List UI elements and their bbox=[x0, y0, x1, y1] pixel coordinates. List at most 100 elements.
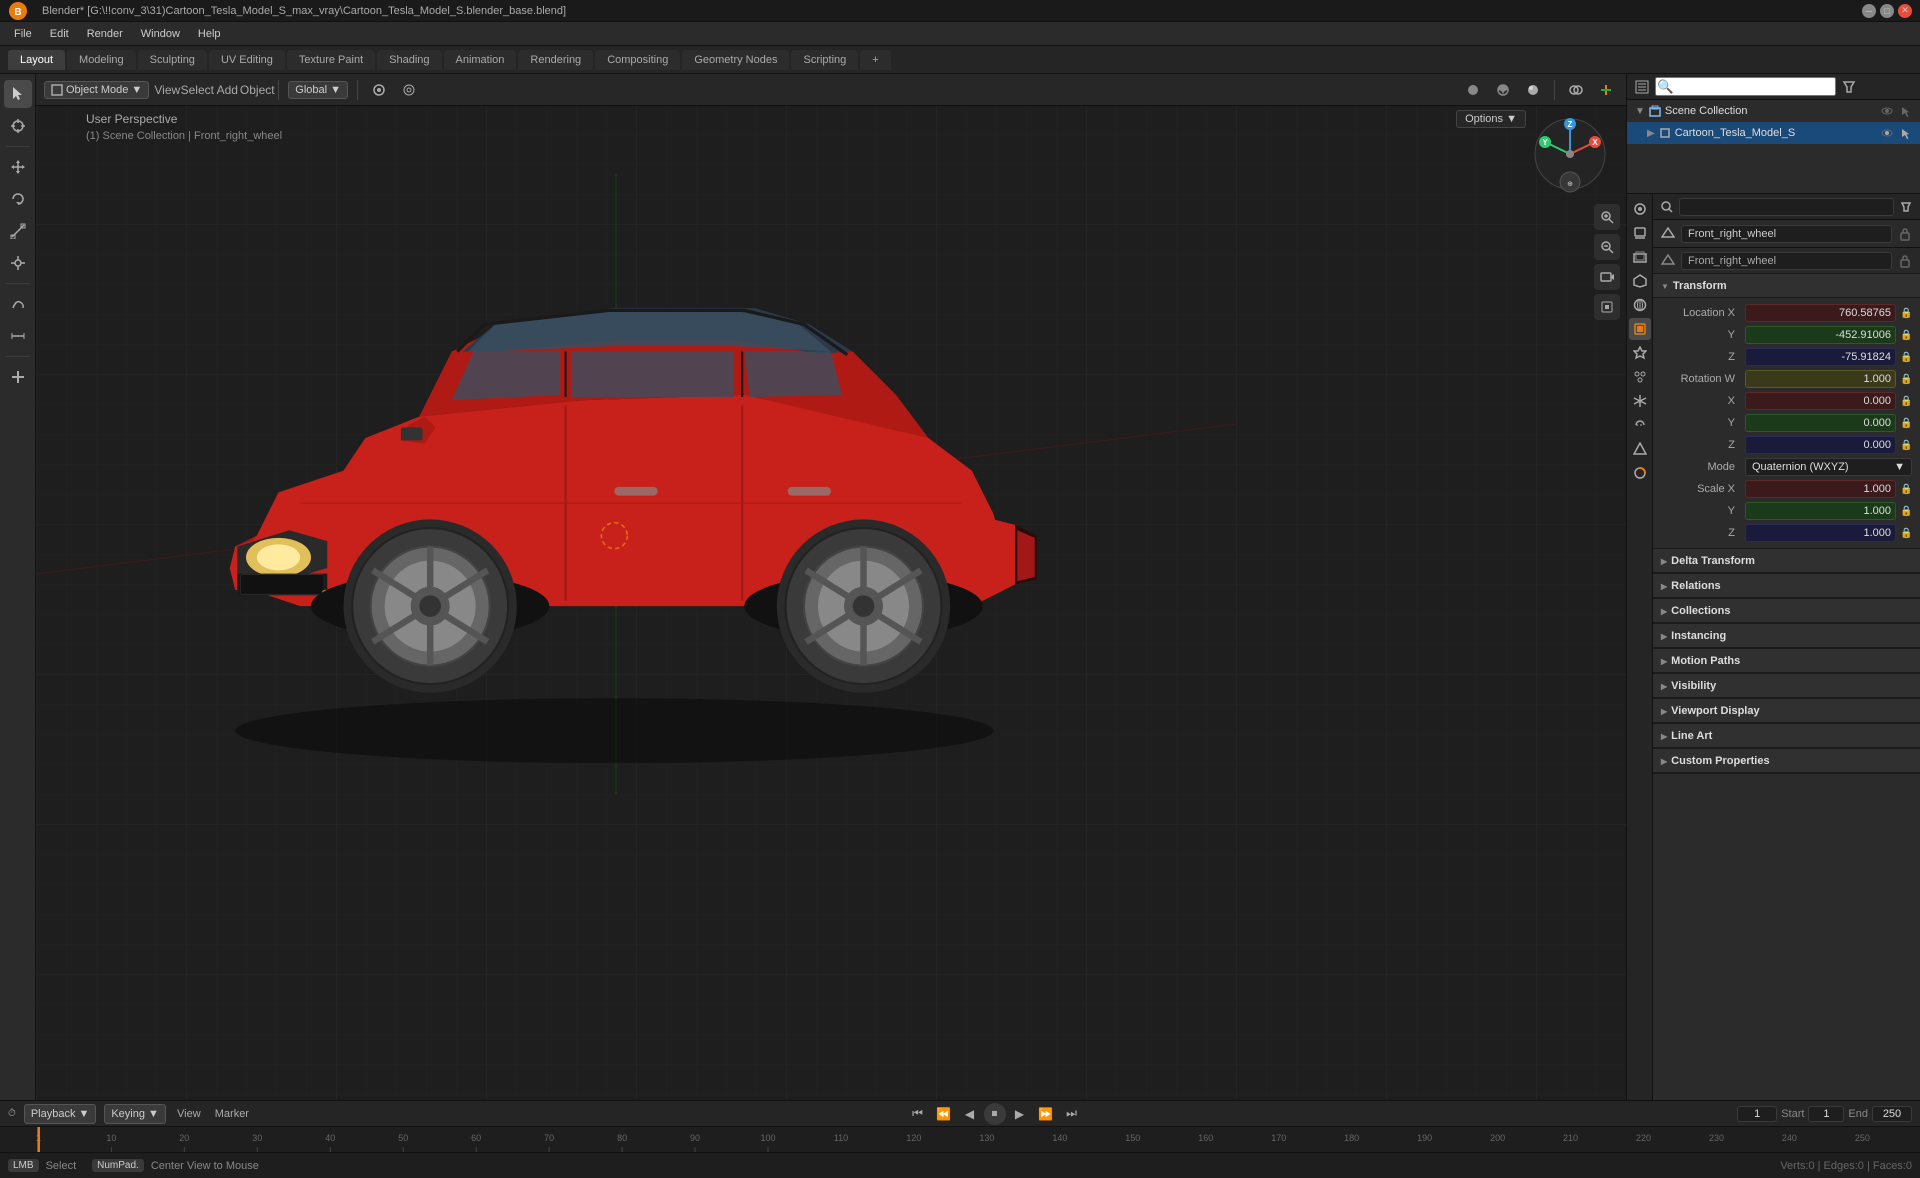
object-data-props-icon[interactable] bbox=[1629, 438, 1651, 460]
rotate-tool-button[interactable] bbox=[4, 185, 32, 213]
timeline-ruler[interactable]: 1 10 20 30 40 50 60 70 80 90 100 110 120… bbox=[0, 1127, 1920, 1152]
maximize-button[interactable]: □ bbox=[1880, 4, 1894, 18]
constraints-props-icon[interactable] bbox=[1629, 414, 1651, 436]
select-tool-button[interactable] bbox=[4, 80, 32, 108]
visibility-eye-icon[interactable] bbox=[1881, 105, 1893, 117]
rotation-z-value[interactable]: 0.000 bbox=[1745, 436, 1896, 454]
lock-loc-z-icon[interactable]: 🔒 bbox=[1900, 352, 1912, 363]
lock-loc-y-icon[interactable]: 🔒 bbox=[1900, 330, 1912, 341]
props-options-icon[interactable] bbox=[1900, 201, 1912, 213]
data-name-lock-icon[interactable] bbox=[1898, 254, 1912, 268]
move-tool-button[interactable] bbox=[4, 153, 32, 181]
start-frame-input[interactable] bbox=[1808, 1106, 1844, 1122]
gizmo-btn[interactable] bbox=[1594, 78, 1618, 102]
object-name-input[interactable] bbox=[1681, 225, 1892, 243]
timeline-marker-btn[interactable]: Marker bbox=[212, 1102, 252, 1126]
data-name-input[interactable] bbox=[1681, 252, 1892, 270]
step-forward-button[interactable]: ⏩ bbox=[1034, 1102, 1058, 1126]
custom-properties-header[interactable]: Custom Properties bbox=[1653, 749, 1920, 773]
viewport-add-menu[interactable]: Add bbox=[215, 78, 239, 102]
playback-dropdown[interactable]: Playback ▼ bbox=[24, 1104, 97, 1124]
timeline-view-btn[interactable]: View bbox=[174, 1102, 204, 1126]
world-props-icon[interactable] bbox=[1629, 294, 1651, 316]
lock-rot-z-icon[interactable]: 🔒 bbox=[1900, 440, 1912, 451]
menu-edit[interactable]: Edit bbox=[42, 26, 77, 42]
object-props-icon[interactable] bbox=[1629, 318, 1651, 340]
navigation-gizmo[interactable]: X Y Z ⊕ bbox=[1530, 114, 1610, 194]
material-props-icon[interactable] bbox=[1629, 462, 1651, 484]
viewport-global-dropdown[interactable]: Global ▼ bbox=[288, 81, 348, 99]
object-name-lock-icon[interactable] bbox=[1898, 227, 1912, 241]
render-props-icon[interactable] bbox=[1629, 198, 1651, 220]
lock-rot-y-icon[interactable]: 🔒 bbox=[1900, 418, 1912, 429]
item-select-icon[interactable] bbox=[1900, 127, 1912, 139]
viewport-shading-rendered-btn[interactable] bbox=[1521, 78, 1545, 102]
jump-end-button[interactable]: ⏭ bbox=[1060, 1102, 1084, 1126]
minimize-button[interactable]: ─ bbox=[1862, 4, 1876, 18]
location-x-value[interactable]: 760.58765 bbox=[1745, 304, 1896, 322]
keying-dropdown[interactable]: Keying ▼ bbox=[104, 1104, 166, 1124]
outliner-search-input[interactable] bbox=[1655, 77, 1836, 96]
tab-uv-editing[interactable]: UV Editing bbox=[209, 50, 285, 70]
measure-tool-button[interactable] bbox=[4, 322, 32, 350]
end-frame-input[interactable] bbox=[1872, 1106, 1912, 1122]
tab-shading[interactable]: Shading bbox=[377, 50, 441, 70]
instancing-header[interactable]: Instancing bbox=[1653, 624, 1920, 648]
motion-paths-header[interactable]: Motion Paths bbox=[1653, 649, 1920, 673]
menu-window[interactable]: Window bbox=[133, 26, 188, 42]
view-layer-props-icon[interactable] bbox=[1629, 246, 1651, 268]
zoom-out-button[interactable] bbox=[1594, 234, 1620, 260]
lock-rot-x-icon[interactable]: 🔒 bbox=[1900, 396, 1912, 407]
rotation-y-value[interactable]: 0.000 bbox=[1745, 414, 1896, 432]
view-selected-button[interactable] bbox=[1594, 294, 1620, 320]
menu-help[interactable]: Help bbox=[190, 26, 229, 42]
scale-y-value[interactable]: 1.000 bbox=[1745, 502, 1896, 520]
play-back-button[interactable]: ◀ bbox=[958, 1102, 982, 1126]
tab-rendering[interactable]: Rendering bbox=[518, 50, 593, 70]
menu-render[interactable]: Render bbox=[79, 26, 131, 42]
tab-geometry-nodes[interactable]: Geometry Nodes bbox=[682, 50, 789, 70]
scene-collection-item[interactable]: ▼ Scene Collection bbox=[1627, 100, 1920, 122]
scale-z-value[interactable]: 1.000 bbox=[1745, 524, 1896, 542]
object-mode-dropdown[interactable]: Object Mode ▼ bbox=[44, 81, 149, 99]
particles-props-icon[interactable] bbox=[1629, 366, 1651, 388]
tab-animation[interactable]: Animation bbox=[444, 50, 517, 70]
outliner-filter-icon[interactable] bbox=[1842, 80, 1856, 94]
rotation-w-value[interactable]: 1.000 bbox=[1745, 370, 1896, 388]
step-back-button[interactable]: ⏪ bbox=[932, 1102, 956, 1126]
zoom-in-button[interactable] bbox=[1594, 204, 1620, 230]
delta-transform-header[interactable]: Delta Transform bbox=[1653, 549, 1920, 573]
lock-rot-w-icon[interactable]: 🔒 bbox=[1900, 374, 1912, 385]
viewport-object-menu[interactable]: Object bbox=[245, 78, 269, 102]
lock-scale-y-icon[interactable]: 🔒 bbox=[1900, 506, 1912, 517]
tab-sculpting[interactable]: Sculpting bbox=[138, 50, 207, 70]
annotate-tool-button[interactable] bbox=[4, 290, 32, 318]
overlay-btn[interactable] bbox=[1564, 78, 1588, 102]
lock-loc-x-icon[interactable]: 🔒 bbox=[1900, 308, 1912, 319]
viewport-options-button[interactable]: Options ▼ bbox=[1456, 110, 1526, 128]
cursor-tool-button[interactable] bbox=[4, 112, 32, 140]
lock-scale-x-icon[interactable]: 🔒 bbox=[1900, 484, 1912, 495]
close-button[interactable]: ✕ bbox=[1898, 4, 1912, 18]
physics-props-icon[interactable] bbox=[1629, 390, 1651, 412]
lock-scale-z-icon[interactable]: 🔒 bbox=[1900, 528, 1912, 539]
viewport-display-header[interactable]: Viewport Display bbox=[1653, 699, 1920, 723]
scene-props-icon[interactable] bbox=[1629, 270, 1651, 292]
transform-tool-button[interactable] bbox=[4, 249, 32, 277]
tab-scripting[interactable]: Scripting bbox=[791, 50, 858, 70]
current-frame-input[interactable] bbox=[1737, 1106, 1777, 1122]
proportional-icon-btn[interactable] bbox=[397, 78, 421, 102]
stop-button[interactable]: ⏹ bbox=[984, 1103, 1006, 1125]
tab-add[interactable]: + bbox=[860, 50, 890, 70]
tab-texture-paint[interactable]: Texture Paint bbox=[287, 50, 375, 70]
rotation-mode-dropdown[interactable]: Quaternion (WXYZ) ▼ bbox=[1745, 458, 1912, 476]
select-icon[interactable] bbox=[1900, 105, 1912, 117]
jump-start-button[interactable]: ⏮ bbox=[906, 1102, 930, 1126]
snap-icon-btn[interactable] bbox=[367, 78, 391, 102]
item-eye-icon[interactable] bbox=[1881, 127, 1893, 139]
relations-header[interactable]: Relations bbox=[1653, 574, 1920, 598]
play-forward-button[interactable]: ▶ bbox=[1008, 1102, 1032, 1126]
camera-view-button[interactable] bbox=[1594, 264, 1620, 290]
scale-x-value[interactable]: 1.000 bbox=[1745, 480, 1896, 498]
viewport-shading-solid-btn[interactable] bbox=[1461, 78, 1485, 102]
